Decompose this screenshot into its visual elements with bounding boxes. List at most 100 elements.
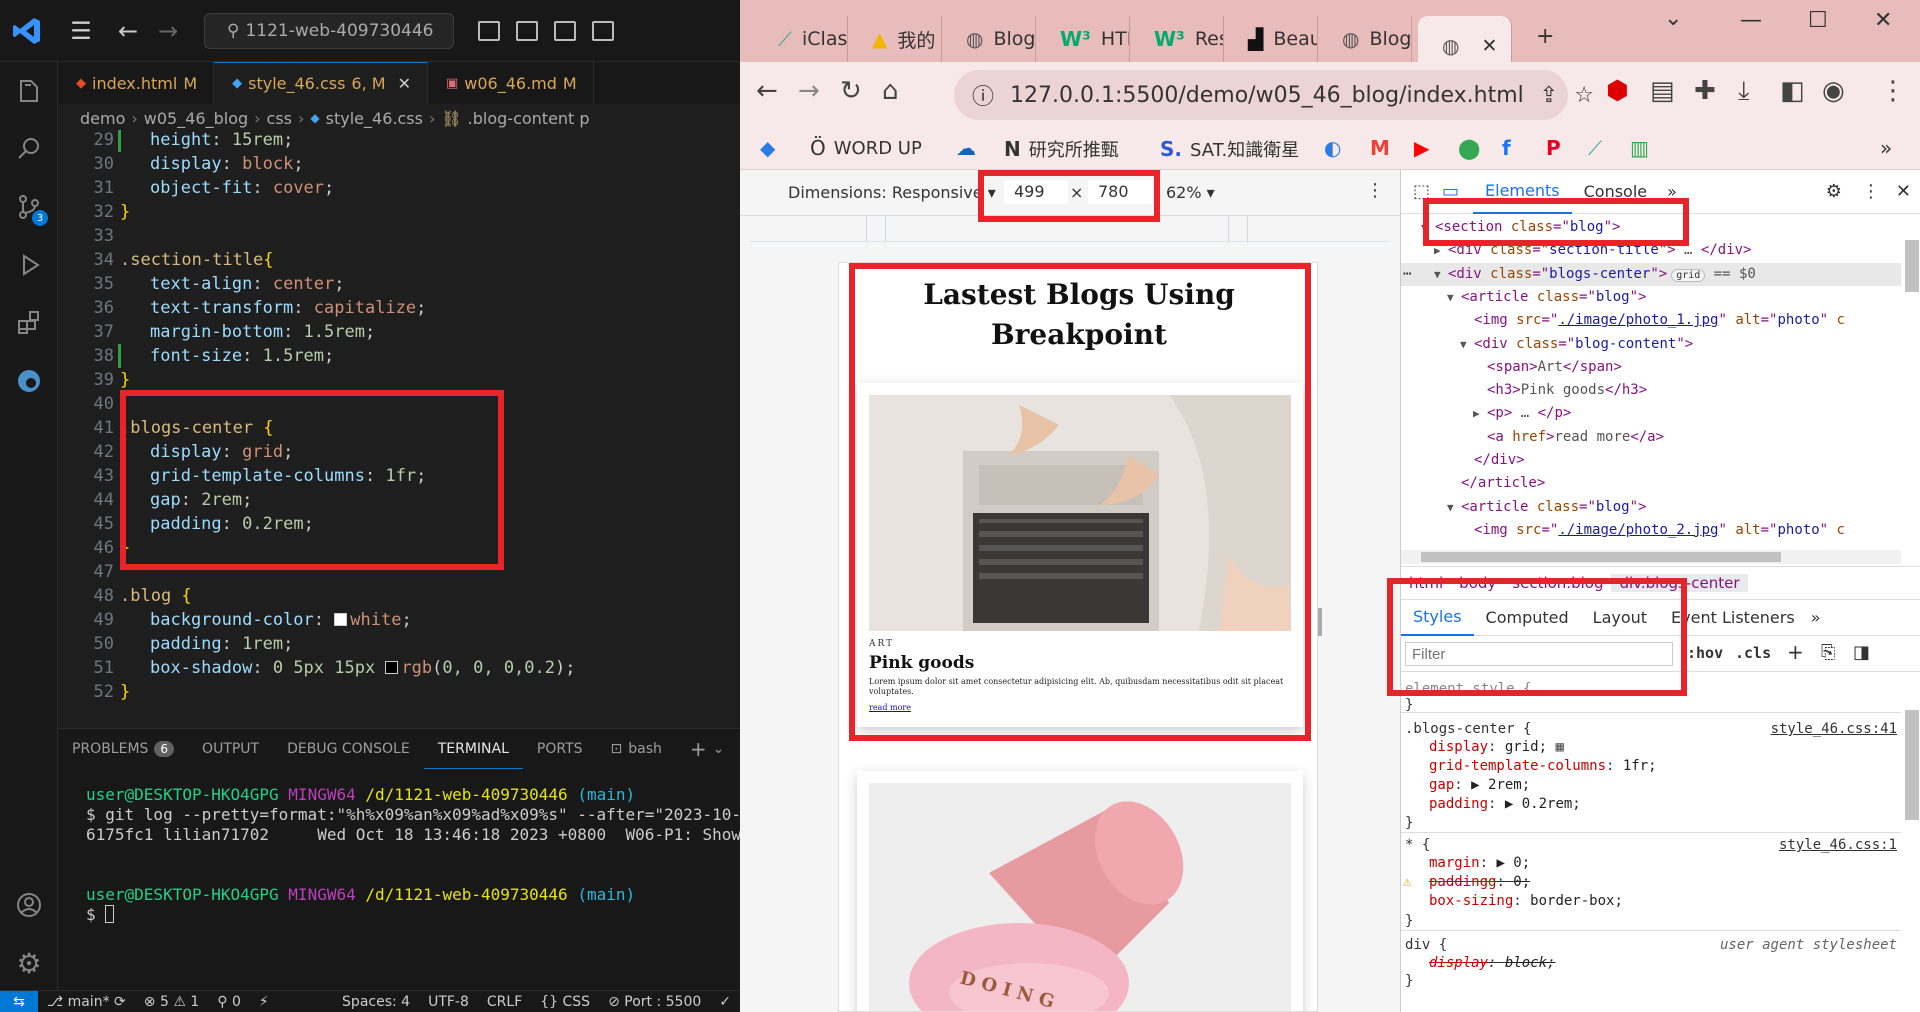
home-icon[interactable]: ⌂ [882,76,899,106]
browser-tab[interactable]: W³ HTM [1036,16,1130,62]
reload-icon[interactable]: ↻ [840,76,862,106]
new-terminal-button[interactable]: + ⌄ [676,729,739,769]
dimensions-dropdown[interactable]: Dimensions: Responsive ▾ [788,183,996,202]
tab-output[interactable]: OUTPUT [188,729,273,769]
forward-arrow-icon[interactable]: → [798,76,820,106]
devtools-menu-icon[interactable]: ⋮ [1852,181,1890,202]
toggle-sidebar-icon[interactable] [478,20,500,41]
forward-arrow-icon[interactable]: → [148,17,188,45]
grid-editor-icon[interactable]: ▦ [1547,739,1563,755]
branch-indicator[interactable]: ⎇ main* ⟳ [38,994,135,1010]
remote-indicator-icon[interactable]: ⇆ [0,990,38,1012]
hamburger-menu-icon[interactable]: ☰ [54,0,108,62]
css-declaration[interactable]: box-sizing: border-box; [1429,892,1623,911]
bookmark-sat[interactable]: S. SAT.知識衛星 [1160,136,1299,162]
live-server-port[interactable]: ⊘ Port : 5500 [599,994,710,1010]
css-declaration[interactable]: ⚠ paddingg: 0; [1403,873,1623,892]
breadcrumb-item[interactable]: css [267,109,292,128]
code-line[interactable]: 51 box-shadow: 0 5px 15px rgb(0, 0, 0,0.2… [58,656,740,680]
code-line[interactable]: 48 .blog { [58,584,740,608]
profile-avatar[interactable]: ◉ [1822,76,1845,106]
expand-arrow-icon[interactable]: ▼ [1434,263,1448,286]
indentation-indicator[interactable]: Spaces: 4 [333,994,419,1010]
rule-source-link[interactable]: style_46.css:1 [1779,836,1897,855]
close-tab-icon[interactable]: ✕ [1481,35,1497,57]
css-declaration[interactable]: grid-template-columns: 1fr; [1429,757,1657,776]
dom-node[interactable]: </article> [1401,472,1901,495]
source-control-icon[interactable]: 3 [0,178,58,236]
page-viewport[interactable]: Lastest Blogs Using Breakpoint ART Pink … [838,262,1318,1012]
run-debug-icon[interactable] [0,236,58,294]
css-declaration[interactable]: margin: ▶ 0; [1429,854,1623,873]
expand-arrow-icon[interactable]: ▼ [1460,333,1474,356]
dom-horizontal-scroll[interactable] [1401,550,1901,564]
grid-badge[interactable]: grid [1671,268,1706,282]
tab-w06-md[interactable]: ▣ w06_46.md M [428,62,594,104]
breadcrumb-item[interactable]: w05_46_blog [144,109,248,128]
breadcrumb-item[interactable]: style_46.css [326,109,423,128]
problems-indicator[interactable]: ⊗ 5 ⚠ 1 [135,994,208,1010]
dom-node[interactable]: ▼ <article class="blog"> [1401,286,1901,309]
code-line[interactable]: 33 [58,224,740,248]
settings-gear-icon[interactable]: ⚙ [0,934,58,992]
bookmark-iclass-icon[interactable]: ⟋ [1588,136,1602,160]
code-line[interactable]: 36 text-transform: capitalize; [58,296,740,320]
maximize-icon[interactable]: ☐ [1808,8,1828,33]
code-line[interactable]: 38 font-size: 1.5rem; [58,344,740,368]
more-bookmarks-chevron-icon[interactable]: » [1880,136,1892,160]
download-icon[interactable]: ⤓ [1738,76,1750,107]
ports-indicator[interactable]: ⚲ 0 [208,994,250,1010]
extensions-icon[interactable] [0,294,58,352]
code-line[interactable]: 35 text-align: center; [58,272,740,296]
tab-debug-console[interactable]: DEBUG CONSOLE [273,729,424,769]
bookmark-onedrive-icon[interactable]: ☁ [956,136,976,160]
color-swatch[interactable] [385,661,399,674]
expand-arrow-icon[interactable] [1460,309,1474,332]
rule-source-link[interactable]: style_46.css:41 [1771,720,1897,739]
accounts-icon[interactable] [0,876,58,934]
devtools-close-icon[interactable]: ✕ [1890,181,1920,202]
close-tab-icon[interactable]: ✕ [398,74,411,93]
zoom-dropdown[interactable]: 62% ▾ [1166,183,1215,202]
color-swatch[interactable] [334,613,348,626]
back-arrow-icon[interactable]: ← [108,17,148,45]
dom-node[interactable]: <a href>read more</a> [1401,426,1901,449]
expand-arrow-icon[interactable]: ▼ [1447,496,1461,519]
dom-node[interactable]: <h3>Pink goods</h3> [1401,379,1901,402]
dom-node[interactable]: ▶ <p> … </p> [1401,402,1901,425]
expand-arrow-icon[interactable] [1473,379,1487,402]
extension-page-icon[interactable]: ▤ [1650,76,1675,106]
dom-node[interactable]: <img src="./image/photo_2.jpg" alt="phot… [1401,519,1901,542]
code-line[interactable]: 34 .section-title{ [58,248,740,272]
css-declaration[interactable]: gap: ▶ 2rem; [1429,776,1657,795]
eol-indicator[interactable]: CRLF [478,994,531,1010]
bookmark-pinterest-icon[interactable]: P [1546,136,1561,160]
hov-toggle[interactable]: :hov [1687,644,1723,662]
device-more-options-icon[interactable]: ⋮ [1366,180,1384,201]
prettier-check-icon[interactable]: ✓ [710,994,740,1010]
bookmark-maps-icon[interactable]: ⬤ [1458,136,1480,160]
code-line[interactable]: 50 padding: 1rem; [58,632,740,656]
toggle-sidebar-icon[interactable]: ◨ [1853,642,1870,663]
bookmark-green-icon[interactable]: ▥ [1630,136,1649,160]
code-line[interactable]: 29 height: 15rem; [58,130,740,152]
tab-problems[interactable]: PROBLEMS 6 [58,729,188,769]
new-tab-plus-icon[interactable]: + [1536,24,1554,49]
browser-tab[interactable]: ▟ Beau [1224,16,1318,62]
language-indicator[interactable]: {} CSS [531,994,599,1010]
encoding-indicator[interactable]: UTF-8 [419,994,478,1010]
code-line[interactable]: 37 margin-bottom: 1.5rem; [58,320,740,344]
close-window-icon[interactable]: ✕ [1874,8,1892,33]
cls-toggle[interactable]: .cls [1735,644,1771,662]
breadcrumb-item[interactable]: demo [80,109,125,128]
back-arrow-icon[interactable]: ← [756,76,778,106]
code-line[interactable]: 39} [58,368,740,392]
minimize-icon[interactable]: — [1740,8,1762,33]
bookmark-facebook-icon[interactable]: f [1502,136,1511,160]
browser-tab[interactable]: ◍ Blog [942,16,1036,62]
expand-arrow-icon[interactable] [1473,426,1487,449]
browser-tab[interactable]: ◍ Blog [1318,16,1412,62]
tab-search-chevron-icon[interactable]: ⌄ [1664,6,1682,31]
expand-arrow-icon[interactable]: ▶ [1473,402,1487,425]
tab-ports[interactable]: PORTS [523,729,597,769]
